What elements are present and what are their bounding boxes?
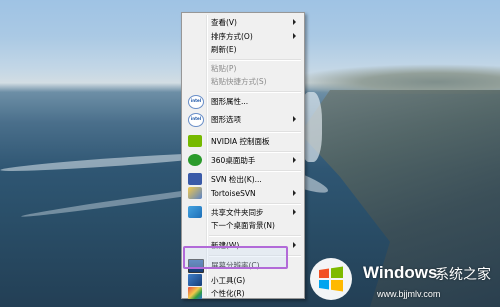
intel-icon: intel bbox=[188, 113, 204, 127]
menu-item-view[interactable]: 查看(V) bbox=[184, 16, 302, 29]
menu-separator bbox=[209, 203, 301, 205]
menu-item-nvidia-control-panel[interactable]: NVIDIA 控制面板 bbox=[184, 135, 302, 148]
menu-item-label: SVN 检出(K)... bbox=[211, 175, 262, 184]
site-watermark: Windows 系统之家 www.bjjmlv.com bbox=[309, 252, 500, 307]
gadgets-icon bbox=[188, 274, 202, 286]
nvidia-icon bbox=[188, 135, 202, 147]
menu-item-label: 刷新(E) bbox=[211, 45, 237, 54]
share-sync-icon bbox=[188, 206, 202, 218]
menu-item-personalize[interactable]: 个性化(R) bbox=[184, 287, 302, 300]
menu-item-label: 图形属性... bbox=[211, 97, 249, 106]
menu-item-next-background[interactable]: 下一个桌面背景(N) bbox=[184, 219, 302, 232]
menu-item-shared-folder-sync[interactable]: 共享文件夹同步 bbox=[184, 206, 302, 219]
submenu-arrow-icon bbox=[293, 19, 296, 25]
wallpaper-islands bbox=[286, 64, 500, 94]
menu-item-graphics-properties[interactable]: intel 图形属性... bbox=[184, 95, 302, 109]
menu-item-gadgets[interactable]: 小工具(G) bbox=[184, 274, 302, 287]
intel-icon: intel bbox=[188, 95, 204, 109]
tortoisesvn-icon bbox=[188, 187, 202, 199]
menu-item-label: 小工具(G) bbox=[211, 276, 246, 285]
menu-item-label: 粘贴(P) bbox=[211, 64, 237, 73]
menu-item-360-desktop[interactable]: 360桌面助手 bbox=[184, 154, 302, 167]
menu-item-label: NVIDIA 控制面板 bbox=[211, 137, 270, 146]
windows-logo-icon bbox=[310, 258, 352, 300]
menu-item-label: 个性化(R) bbox=[211, 289, 245, 298]
submenu-arrow-icon bbox=[293, 242, 296, 248]
menu-item-refresh[interactable]: 刷新(E) bbox=[184, 43, 302, 56]
menu-item-paste-shortcut: 粘贴快捷方式(S) bbox=[184, 75, 302, 88]
360-icon bbox=[188, 154, 202, 166]
menu-item-label: 共享文件夹同步 bbox=[211, 208, 264, 217]
menu-item-label: TortoiseSVN bbox=[211, 189, 256, 198]
menu-item-paste: 粘贴(P) bbox=[184, 62, 302, 75]
personalize-icon bbox=[188, 287, 202, 299]
menu-item-label: 查看(V) bbox=[211, 18, 237, 27]
menu-separator bbox=[209, 131, 301, 133]
menu-item-sort-by[interactable]: 排序方式(O) bbox=[184, 30, 302, 43]
menu-item-tortoisesvn[interactable]: TortoiseSVN bbox=[184, 187, 302, 200]
watermark-site-name: 系统之家 bbox=[435, 267, 491, 283]
menu-separator bbox=[209, 91, 301, 93]
svn-icon bbox=[188, 173, 202, 185]
menu-item-graphics-options[interactable]: intel 图形选项 bbox=[184, 113, 302, 127]
submenu-arrow-icon bbox=[293, 209, 296, 215]
submenu-arrow-icon bbox=[293, 33, 296, 39]
menu-item-svn-checkout[interactable]: SVN 检出(K)... bbox=[184, 173, 302, 186]
menu-separator bbox=[209, 151, 301, 153]
menu-item-label: 粘贴快捷方式(S) bbox=[211, 77, 267, 86]
submenu-arrow-icon bbox=[293, 190, 296, 196]
menu-item-label: 图形选项 bbox=[211, 115, 241, 124]
menu-item-label: 下一个桌面背景(N) bbox=[211, 221, 275, 230]
menu-separator bbox=[209, 235, 301, 237]
annotation-highlight-box bbox=[183, 246, 288, 269]
watermark-url: www.bjjmlv.com bbox=[377, 289, 441, 299]
menu-item-label: 排序方式(O) bbox=[211, 32, 253, 41]
menu-separator bbox=[209, 170, 301, 172]
submenu-arrow-icon bbox=[293, 157, 296, 163]
menu-item-label: 360桌面助手 bbox=[211, 156, 256, 165]
menu-separator bbox=[209, 59, 301, 61]
watermark-brand: Windows bbox=[363, 263, 438, 282]
submenu-arrow-icon bbox=[293, 116, 296, 122]
